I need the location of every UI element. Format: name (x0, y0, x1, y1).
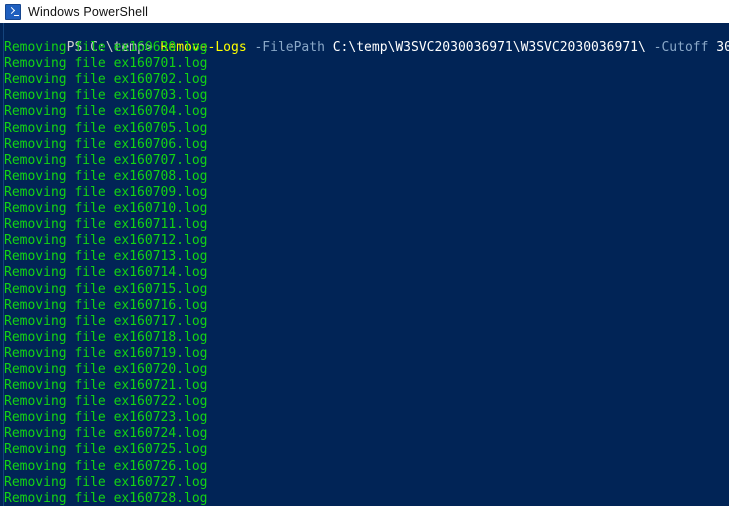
output-line: Removing file ex160718.log (4, 329, 208, 345)
output-line-list: Removing file ex160630.log Removing file … (4, 40, 729, 506)
console-lines: PS C:\temp> Remove-Logs -FilePath C:\tem… (4, 24, 729, 506)
output-line: Removing file ex160704.log (4, 104, 208, 120)
output-line: Removing file ex160714.log (4, 265, 208, 281)
output-line: Removing file ex160701.log (4, 56, 208, 72)
output-line: Removing file ex160726.log (4, 458, 208, 474)
output-line: Removing file ex160717.log (4, 313, 208, 329)
output-line: Removing file ex160705.log (4, 120, 208, 136)
output-line: Removing file ex160708.log (4, 168, 208, 184)
command-line: PS C:\temp> Remove-Logs -FilePath C:\tem… (4, 24, 729, 55)
output-line: Removing file ex160727.log (4, 474, 208, 490)
param-name-filepath: -FilePath (246, 40, 333, 56)
powershell-prompt-icon (5, 3, 21, 20)
output-line: Removing file ex160722.log (4, 394, 208, 410)
output-line: Removing file ex160712.log (4, 233, 208, 249)
output-line: Removing file ex160709.log (4, 184, 208, 200)
param-name-cutoff: -Cutoff (645, 40, 717, 56)
output-line: Removing file ex160711.log (4, 217, 208, 233)
output-line: Removing file ex160719.log (4, 345, 208, 361)
output-line: Removing file ex160706.log (4, 136, 208, 152)
output-line: Removing file ex160725.log (4, 442, 208, 458)
output-line: Removing file ex160716.log (4, 297, 208, 313)
console-output-area[interactable]: PS C:\temp> Remove-Logs -FilePath C:\tem… (0, 23, 729, 506)
output-line: Removing file ex160713.log (4, 249, 208, 265)
window-title: Windows PowerShell (28, 4, 149, 19)
output-line: Removing file ex160707.log (4, 152, 208, 168)
output-line: Removing file ex160703.log (4, 88, 208, 104)
output-line: Removing file ex160715.log (4, 281, 208, 297)
param-value-cutoff: 30 (716, 40, 729, 56)
output-line: Removing file ex160728.log (4, 490, 208, 506)
output-line: Removing file ex160720.log (4, 361, 208, 377)
powershell-window: Windows PowerShell PS C:\temp> Remove-Lo… (0, 0, 729, 506)
output-line: Removing file ex160702.log (4, 72, 208, 88)
param-value-filepath: C:\temp\W3SVC2030036971\W3SVC2030036971\ (332, 40, 646, 56)
output-line: Removing file ex160721.log (4, 378, 208, 394)
output-line: Removing file ex160710.log (4, 201, 208, 217)
window-titlebar[interactable]: Windows PowerShell (0, 0, 729, 23)
output-line: Removing file ex160723.log (4, 410, 208, 426)
output-line: Removing file ex160724.log (4, 426, 208, 442)
